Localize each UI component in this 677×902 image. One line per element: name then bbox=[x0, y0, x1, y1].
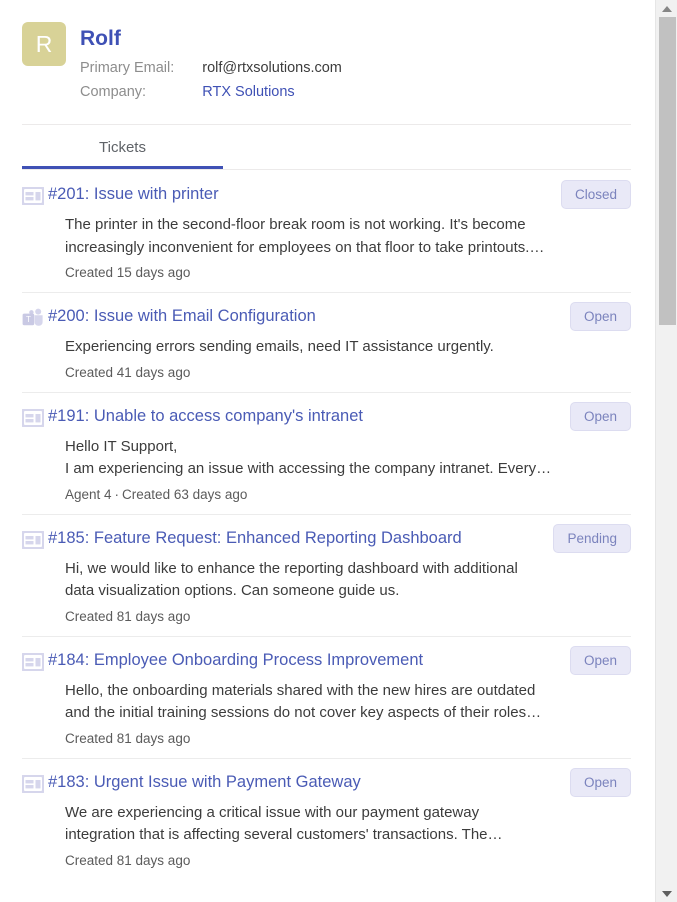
ticket-title-link[interactable]: #191: Unable to access company's intrane… bbox=[48, 405, 570, 427]
ticket-top-row: #191: Unable to access company's intrane… bbox=[22, 401, 631, 431]
ticket-list: #201: Issue with printer Closed The printe… bbox=[0, 170, 655, 880]
primary-email-label: Primary Email: bbox=[80, 60, 175, 76]
ticket-agent: Agent 4 bbox=[65, 486, 112, 502]
ticket-meta: Agent 4 · Created 63 days ago bbox=[65, 485, 631, 504]
avatar: R bbox=[22, 22, 66, 66]
web-form-icon bbox=[22, 407, 48, 429]
status-badge: Open bbox=[569, 302, 631, 331]
ticket-created: Created 81 days ago bbox=[65, 608, 191, 624]
tab-bar: Tickets bbox=[0, 125, 655, 169]
status-badge: Pending bbox=[553, 523, 631, 553]
ticket-title-link[interactable]: #183: Urgent Issue with Payment Gateway bbox=[48, 771, 570, 793]
ticket-top-row: #185: Feature Request: Enhanced Reportin… bbox=[22, 523, 631, 553]
ticket-body-line: I am experiencing an issue with accessin… bbox=[65, 460, 552, 477]
ticket-item[interactable]: #184: Employee Onboarding Process Improv… bbox=[0, 635, 655, 758]
web-form-icon bbox=[22, 529, 48, 551]
ticket-top-row: #184: Employee Onboarding Process Improv… bbox=[22, 645, 631, 675]
ticket-meta: Created 81 days ago bbox=[65, 729, 631, 748]
ticket-created: Created 81 days ago bbox=[65, 852, 191, 868]
ticket-meta: Created 41 days ago bbox=[65, 363, 631, 382]
scroll-up-arrow-icon[interactable] bbox=[656, 0, 677, 17]
company-label: Company: bbox=[80, 84, 147, 100]
primary-email-value: rolf@rtxsolutions.com bbox=[202, 60, 342, 76]
ticket-title-link[interactable]: #200: Issue with Email Configuration bbox=[48, 305, 570, 327]
ticket-top-row: #201: Issue with printer Closed bbox=[22, 180, 631, 209]
status-badge: Open bbox=[569, 767, 631, 797]
contact-header: R Rolf Primary Email: rolf@rtxsolutions.… bbox=[0, 0, 655, 125]
status-badge: Open bbox=[569, 401, 631, 431]
ticket-body-line: data visualization options. Can someone … bbox=[65, 582, 400, 599]
status-badge: Closed bbox=[560, 180, 631, 209]
contact-detail-content: R Rolf Primary Email: rolf@rtxsolutions.… bbox=[0, 0, 655, 880]
ticket-created: Created 41 days ago bbox=[65, 364, 191, 380]
status-badge: Open bbox=[569, 645, 631, 675]
ticket-top-row: T #200: Issue with Email Configuration Ope… bbox=[22, 302, 631, 331]
ticket-title-link[interactable]: #185: Feature Request: Enhanced Reportin… bbox=[48, 527, 553, 549]
ticket-created: Created 81 days ago bbox=[65, 730, 191, 746]
ticket-body-line: increasingly inconvenient for employees … bbox=[65, 238, 545, 256]
contact-identity-main: Rolf Primary Email: rolf@rtxsolutions.co… bbox=[80, 22, 631, 106]
ticket-body-line: Hello, the onboarding materials shared w… bbox=[65, 681, 536, 699]
contact-detail-viewport: R Rolf Primary Email: rolf@rtxsolutions.… bbox=[0, 0, 655, 902]
ticket-body-line: integration that is affecting several cu… bbox=[65, 826, 503, 843]
ticket-body-line: We are experiencing a critical issue wit… bbox=[65, 803, 480, 821]
ticket-meta: Created 81 days ago bbox=[65, 607, 631, 626]
ticket-body-line: and the initial training sessions do not… bbox=[65, 704, 542, 721]
ticket-body: Experiencing errors sending emails, need… bbox=[65, 336, 631, 359]
contact-field-row: Primary Email: rolf@rtxsolutions.com bbox=[80, 58, 342, 82]
meta-separator: · bbox=[114, 486, 120, 502]
ticket-item[interactable]: #201: Issue with printer Closed The printe… bbox=[0, 170, 655, 292]
contact-field-row: Company: RTX Solutions bbox=[80, 82, 342, 106]
web-form-icon bbox=[22, 651, 48, 673]
company-value[interactable]: RTX Solutions bbox=[202, 82, 342, 106]
ticket-body: Hello IT Support, I am experiencing an is… bbox=[65, 436, 631, 481]
ticket-item[interactable]: #191: Unable to access company's intrane… bbox=[0, 391, 655, 514]
ticket-body: We are experiencing a critical issue wit… bbox=[65, 802, 631, 847]
ticket-meta: Created 15 days ago bbox=[65, 263, 631, 282]
microsoft-teams-icon: T bbox=[22, 307, 48, 329]
ticket-body: Hi, we would like to enhance the reporti… bbox=[65, 558, 631, 603]
ticket-body-line: The printer in the second-floor break ro… bbox=[65, 216, 526, 233]
contact-fields: Primary Email: rolf@rtxsolutions.com Com… bbox=[80, 58, 342, 106]
ticket-created: Created 15 days ago bbox=[65, 265, 191, 280]
ticket-meta: Created 81 days ago bbox=[65, 851, 631, 870]
contact-identity-row: R Rolf Primary Email: rolf@rtxsolutions.… bbox=[22, 22, 631, 106]
contact-name[interactable]: Rolf bbox=[80, 26, 631, 52]
ticket-body: Hello, the onboarding materials shared w… bbox=[65, 680, 631, 725]
ticket-item[interactable]: #183: Urgent Issue with Payment Gateway O… bbox=[0, 757, 655, 880]
web-form-icon bbox=[22, 185, 48, 207]
ticket-body: The printer in the second-floor break ro… bbox=[65, 214, 631, 259]
ticket-item[interactable]: T #200: Issue with Email Configuration Ope… bbox=[0, 292, 655, 392]
ticket-item[interactable]: #185: Feature Request: Enhanced Reportin… bbox=[0, 513, 655, 636]
ticket-body-line: Experiencing errors sending emails, need… bbox=[65, 338, 494, 355]
tab-tickets[interactable]: Tickets bbox=[22, 125, 223, 169]
svg-text:T: T bbox=[26, 315, 31, 324]
vertical-scrollbar[interactable] bbox=[655, 0, 677, 902]
ticket-body-line: Hi, we would like to enhance the reporti… bbox=[65, 559, 518, 577]
ticket-body-line: Hello IT Support, bbox=[65, 437, 178, 455]
web-form-icon bbox=[22, 773, 48, 795]
ticket-created: Created 63 days ago bbox=[122, 486, 248, 502]
scroll-down-arrow-icon[interactable] bbox=[656, 885, 677, 902]
ticket-title-link[interactable]: #184: Employee Onboarding Process Improv… bbox=[48, 649, 570, 671]
scrollbar-thumb[interactable] bbox=[659, 17, 676, 325]
ticket-title-link[interactable]: #201: Issue with printer bbox=[48, 183, 561, 205]
ticket-top-row: #183: Urgent Issue with Payment Gateway O… bbox=[22, 767, 631, 797]
